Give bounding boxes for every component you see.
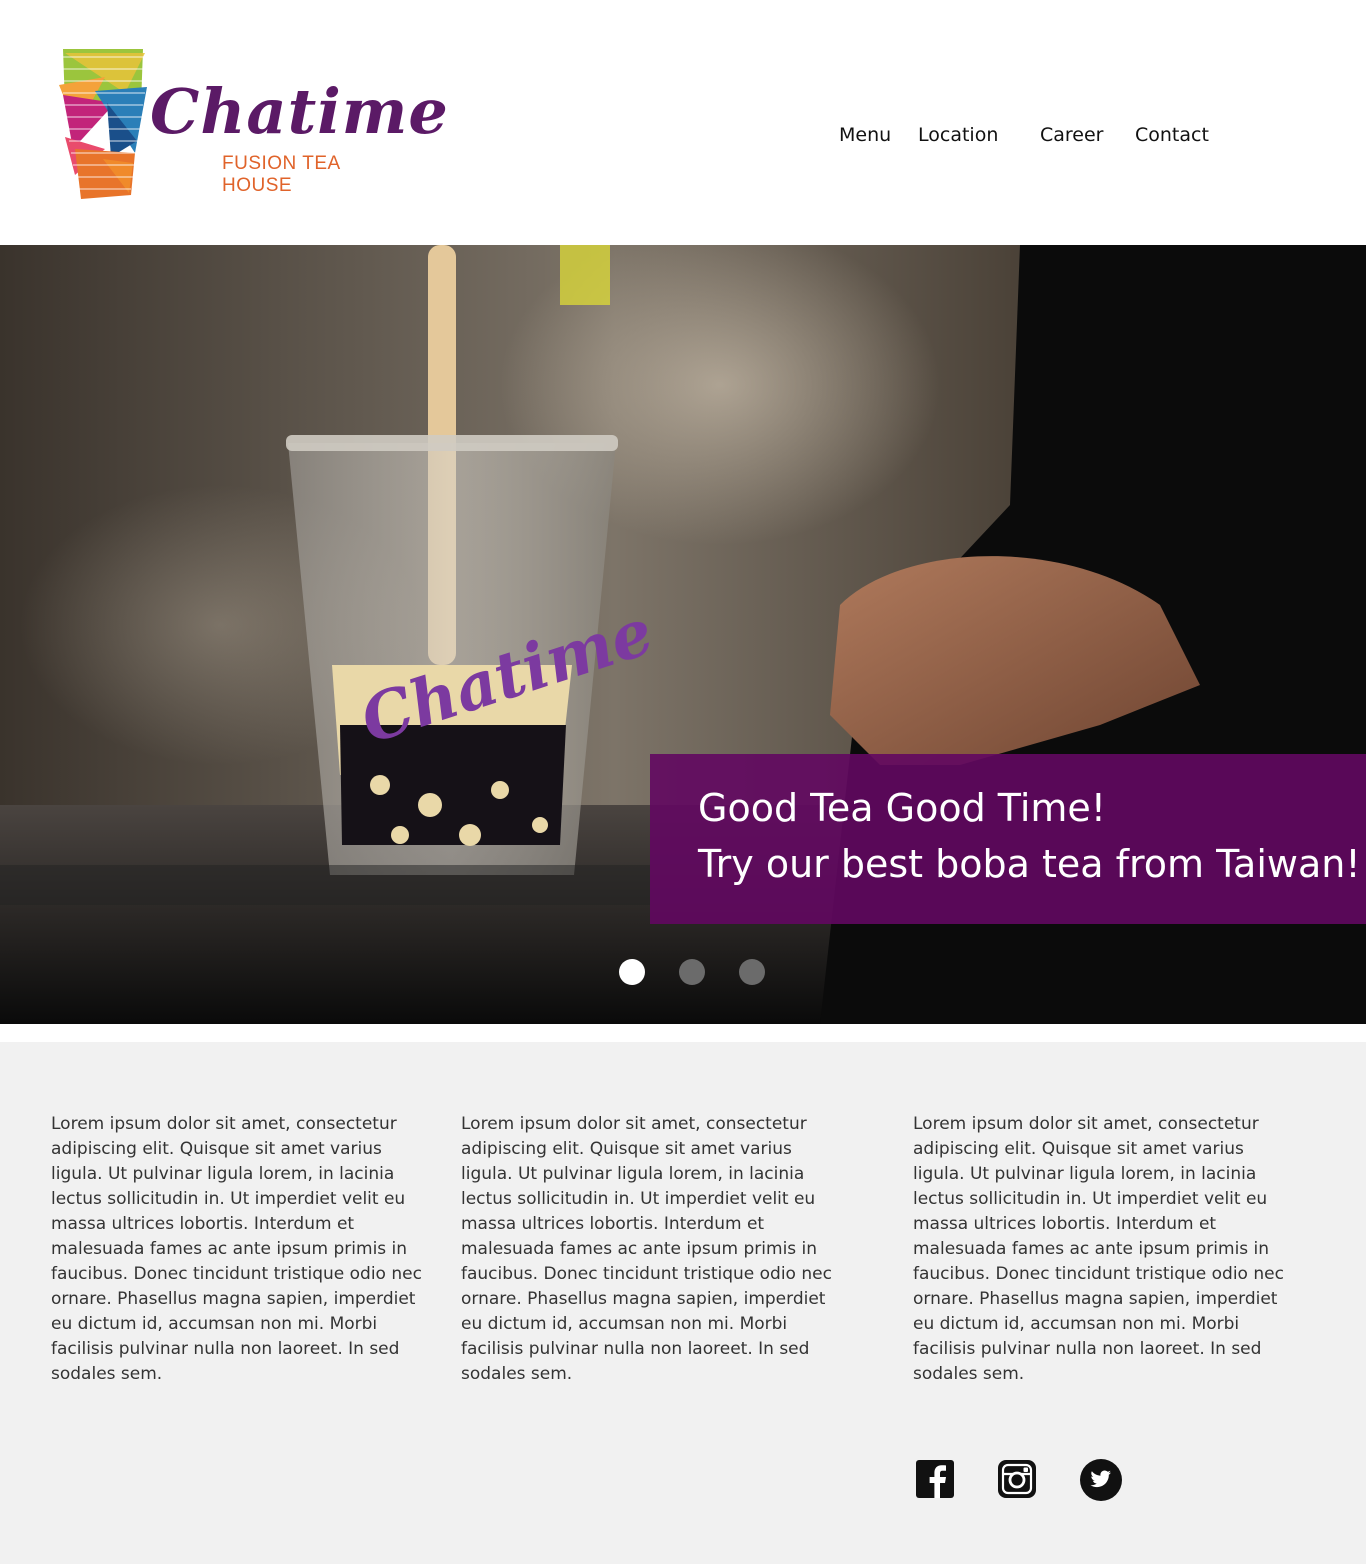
slider-dot-2[interactable] [679,959,705,985]
text-column-3: Lorem ipsum dolor sit amet, consectetur … [913,1114,1284,1384]
slider-dot-1[interactable] [619,959,645,985]
twitter-icon[interactable] [1079,1458,1123,1502]
content-section: Lorem ipsum dolor sit amet, consectetur … [0,1042,1366,1564]
slider-dots [0,959,1366,985]
hero-caption-line1: Good Tea Good Time! [698,786,1107,830]
hero-slider: Chatime Good Tea Good Time! Try our best… [0,245,1366,1024]
hero-caption-line2: Try our best boba tea from Taiwan! [698,842,1361,886]
hero-caption: Good Tea Good Time! Try our best boba te… [650,754,1366,924]
nav-item-contact[interactable]: Contact [1135,124,1209,146]
brand-tagline: FUSION TEA HOUSE [222,153,340,196]
nav-item-menu[interactable]: Menu [839,124,891,146]
social-links [0,1458,1366,1502]
text-column-1: Lorem ipsum dolor sit amet, consectetur … [51,1114,422,1384]
text-column-2: Lorem ipsum dolor sit amet, consectetur … [461,1114,832,1384]
slider-dot-3[interactable] [739,959,765,985]
nav-item-career[interactable]: Career [1040,124,1104,146]
site-header: Chatime FUSION TEA HOUSE Menu Location C… [0,0,1366,245]
main-nav: Menu Location Career Contact [0,124,1366,154]
facebook-icon[interactable] [914,1458,958,1502]
instagram-icon[interactable] [996,1458,1040,1502]
nav-item-location[interactable]: Location [918,124,998,146]
